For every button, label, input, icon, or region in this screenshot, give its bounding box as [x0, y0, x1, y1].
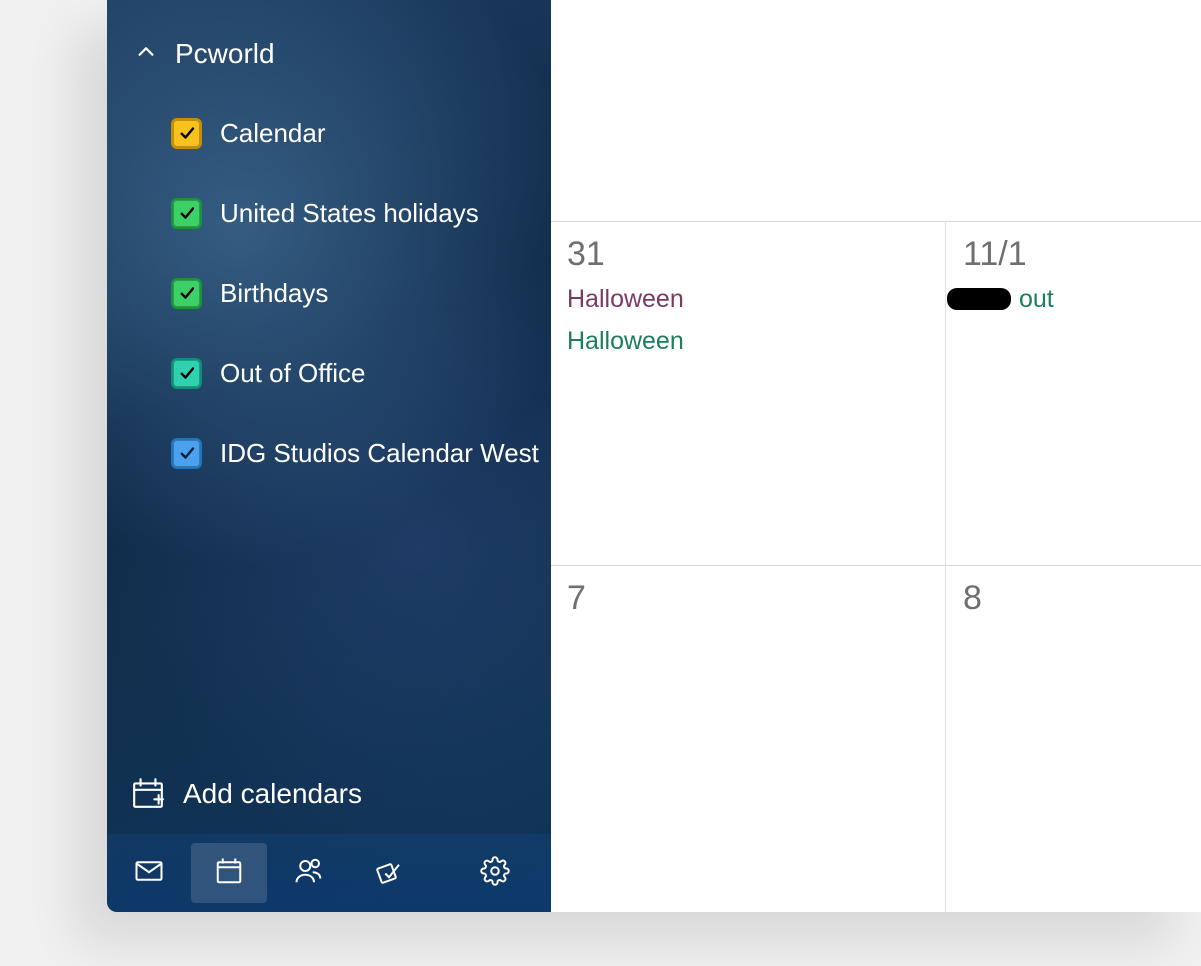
add-calendars-button[interactable]: Add calendars	[107, 765, 551, 823]
calendar-event[interactable]: Halloween	[567, 283, 684, 315]
calendar-list: Calendar United States holidays Birthday…	[107, 100, 551, 486]
calendar-checkbox-icon[interactable]	[171, 198, 202, 229]
event-label-suffix: out	[1019, 285, 1054, 313]
calendar-item-us-holidays[interactable]: United States holidays	[107, 180, 551, 246]
calendar-item-calendar[interactable]: Calendar	[107, 100, 551, 166]
calendar-checkbox-icon[interactable]	[171, 438, 202, 469]
chevron-up-icon	[135, 34, 157, 74]
todo-icon	[374, 856, 404, 891]
nav-mail-button[interactable]	[111, 843, 187, 903]
redacted-text	[947, 288, 1011, 310]
nav-todo-button[interactable]	[351, 843, 427, 903]
calendar-checkbox-icon[interactable]	[171, 118, 202, 149]
add-calendars-label: Add calendars	[183, 778, 362, 810]
gear-icon	[480, 856, 510, 891]
calendar-app-window: Pcworld Calendar United States holidays	[107, 0, 1201, 912]
mail-icon	[134, 856, 164, 891]
add-calendar-icon	[131, 777, 165, 811]
day-number: 8	[963, 579, 982, 618]
calendar-day-cell[interactable]: 7	[551, 565, 945, 912]
calendar-item-label: IDG Studios Calendar West	[220, 438, 539, 469]
calendar-grid[interactable]: 31 Halloween Halloween 11/1 out 7 8	[551, 0, 1201, 912]
calendar-item-label: United States holidays	[220, 198, 479, 229]
calendar-checkbox-icon[interactable]	[171, 278, 202, 309]
day-number: 31	[567, 235, 605, 274]
calendar-event[interactable]: Halloween	[567, 325, 684, 357]
bottom-nav	[107, 834, 551, 912]
calendar-day-cell[interactable]: 11/1 out	[945, 221, 1201, 565]
sidebar: Pcworld Calendar United States holidays	[107, 0, 551, 912]
nav-calendar-button[interactable]	[191, 843, 267, 903]
people-icon	[294, 856, 324, 891]
calendar-icon	[214, 856, 244, 891]
calendar-item-label: Calendar	[220, 118, 326, 149]
calendar-day-cell[interactable]: 31 Halloween Halloween	[551, 221, 945, 565]
calendar-item-birthdays[interactable]: Birthdays	[107, 260, 551, 326]
nav-settings-button[interactable]	[457, 843, 533, 903]
calendar-event[interactable]: out	[947, 283, 1054, 315]
calendar-item-label: Birthdays	[220, 278, 328, 309]
calendar-group-header[interactable]: Pcworld	[135, 34, 275, 74]
calendar-group-label: Pcworld	[175, 34, 275, 74]
calendar-item-idg-studios[interactable]: IDG Studios Calendar West	[107, 420, 551, 486]
calendar-item-label: Out of Office	[220, 358, 365, 389]
day-number: 7	[567, 579, 586, 618]
calendar-checkbox-icon[interactable]	[171, 358, 202, 389]
calendar-item-out-of-office[interactable]: Out of Office	[107, 340, 551, 406]
calendar-day-cell[interactable]: 8	[945, 565, 1201, 912]
nav-people-button[interactable]	[271, 843, 347, 903]
day-number: 11/1	[963, 235, 1027, 274]
